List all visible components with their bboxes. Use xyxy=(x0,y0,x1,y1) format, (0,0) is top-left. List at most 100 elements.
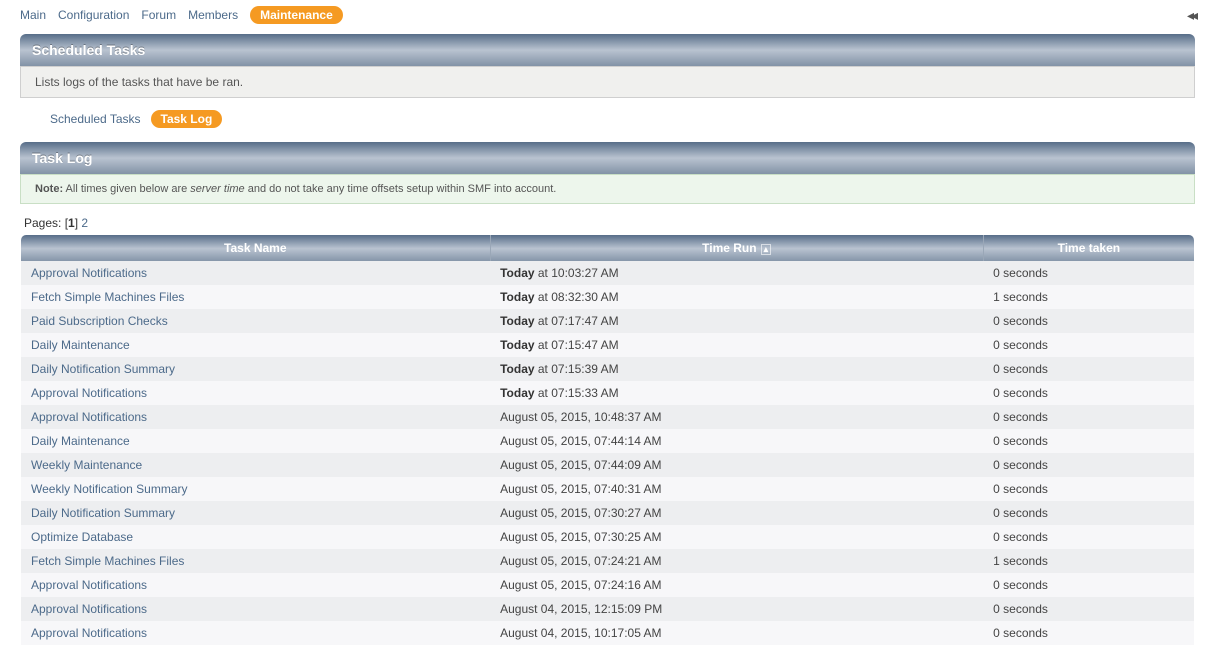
table-row: Daily Notification Summary August 05, 201… xyxy=(21,501,1195,525)
task-name-link[interactable]: Paid Subscription Checks xyxy=(31,314,168,328)
time-run-value: at 08:32:30 AM xyxy=(535,290,619,304)
time-run-value: August 05, 2015, 07:44:09 AM xyxy=(500,458,661,472)
time-run-value: at 07:15:47 AM xyxy=(535,338,619,352)
task-log-title-bar: Task Log xyxy=(20,142,1195,174)
scheduled-tasks-title-bar: Scheduled Tasks xyxy=(20,34,1195,66)
time-run-today: Today xyxy=(500,266,534,280)
time-taken-cell: 0 seconds xyxy=(983,357,1194,381)
task-log-table: Task Name Time Run▴ Time taken Approval … xyxy=(20,234,1195,646)
task-name-link[interactable]: Approval Notifications xyxy=(31,602,147,616)
time-run-value: August 04, 2015, 12:15:09 PM xyxy=(500,602,662,616)
time-taken-cell: 0 seconds xyxy=(983,309,1194,333)
time-run-value: August 05, 2015, 07:44:14 AM xyxy=(500,434,661,448)
table-row: Optimize Database August 05, 2015, 07:30:… xyxy=(21,525,1195,549)
task-name-link[interactable]: Daily Notification Summary xyxy=(31,506,175,520)
task-name-link[interactable]: Optimize Database xyxy=(31,530,133,544)
top-menu-item-main[interactable]: Main xyxy=(20,8,46,22)
table-row: Paid Subscription Checks Today at 07:17:4… xyxy=(21,309,1195,333)
col-header-time-run[interactable]: Time Run▴ xyxy=(490,235,983,262)
time-run-value: August 05, 2015, 07:30:27 AM xyxy=(500,506,661,520)
time-run-value: August 05, 2015, 07:24:21 AM xyxy=(500,554,661,568)
task-name-link[interactable]: Weekly Maintenance xyxy=(31,458,142,472)
pages-label: Pages: xyxy=(24,216,65,230)
task-name-link[interactable]: Daily Maintenance xyxy=(31,338,130,352)
time-run-today: Today xyxy=(500,290,534,304)
time-taken-cell: 0 seconds xyxy=(983,573,1194,597)
time-taken-cell: 0 seconds xyxy=(983,525,1194,549)
note-server-time: server time xyxy=(190,183,244,195)
table-row: Daily Notification Summary Today at 07:15… xyxy=(21,357,1195,381)
time-taken-cell: 1 seconds xyxy=(983,549,1194,573)
time-taken-cell: 0 seconds xyxy=(983,477,1194,501)
top-menu-item-members[interactable]: Members xyxy=(188,8,238,22)
table-row: Approval Notifications Today at 10:03:27 … xyxy=(21,261,1195,285)
sub-tab-scheduled-tasks[interactable]: Scheduled Tasks xyxy=(50,112,141,126)
time-run-cell: Today at 08:32:30 AM xyxy=(490,285,983,309)
time-run-cell: August 04, 2015, 10:17:05 AM xyxy=(490,621,983,646)
time-run-cell: August 05, 2015, 07:30:27 AM xyxy=(490,501,983,525)
top-menu-item-maintenance[interactable]: Maintenance xyxy=(250,6,343,24)
time-taken-cell: 0 seconds xyxy=(983,405,1194,429)
table-row: Approval Notifications August 05, 2015, 1… xyxy=(21,405,1195,429)
time-run-cell: Today at 07:15:39 AM xyxy=(490,357,983,381)
note-part2: and do not take any time offsets setup w… xyxy=(245,183,557,195)
time-run-cell: August 05, 2015, 07:44:09 AM xyxy=(490,453,983,477)
collapse-arrows-icon[interactable]: ◂◂ xyxy=(1187,7,1195,24)
col-header-time-taken[interactable]: Time taken xyxy=(983,235,1194,262)
time-run-cell: August 05, 2015, 07:40:31 AM xyxy=(490,477,983,501)
task-name-link[interactable]: Fetch Simple Machines Files xyxy=(31,554,184,568)
time-run-cell: August 04, 2015, 12:15:09 PM xyxy=(490,597,983,621)
table-row: Daily Maintenance August 05, 2015, 07:44:… xyxy=(21,429,1195,453)
task-name-link[interactable]: Approval Notifications xyxy=(31,578,147,592)
time-run-value: August 05, 2015, 07:40:31 AM xyxy=(500,482,661,496)
col-header-task-name[interactable]: Task Name xyxy=(21,235,491,262)
time-taken-cell: 0 seconds xyxy=(983,381,1194,405)
top-menu: Main Configuration Forum Members Maintenance… xyxy=(20,0,1195,34)
page-current: 1 xyxy=(68,216,75,230)
time-taken-cell: 0 seconds xyxy=(983,429,1194,453)
time-run-cell: Today at 07:17:47 AM xyxy=(490,309,983,333)
task-name-link[interactable]: Daily Notification Summary xyxy=(31,362,175,376)
task-name-link[interactable]: Approval Notifications xyxy=(31,266,147,280)
note-box: Note: All times given below are server t… xyxy=(20,174,1195,204)
time-run-value: August 05, 2015, 07:30:25 AM xyxy=(500,530,661,544)
time-run-today: Today xyxy=(500,386,534,400)
time-taken-cell: 0 seconds xyxy=(983,621,1194,646)
note-prefix: Note: xyxy=(35,183,63,195)
time-run-value: August 05, 2015, 10:48:37 AM xyxy=(500,410,661,424)
time-taken-cell: 0 seconds xyxy=(983,261,1194,285)
pagination: Pages: [1] 2 xyxy=(24,216,1195,230)
time-run-cell: August 05, 2015, 07:30:25 AM xyxy=(490,525,983,549)
time-run-value: at 07:15:33 AM xyxy=(535,386,619,400)
task-name-link[interactable]: Approval Notifications xyxy=(31,410,147,424)
table-row: Approval Notifications August 04, 2015, 1… xyxy=(21,621,1195,646)
task-name-link[interactable]: Fetch Simple Machines Files xyxy=(31,290,184,304)
time-run-today: Today xyxy=(500,314,534,328)
table-row: Fetch Simple Machines Files Today at 08:3… xyxy=(21,285,1195,309)
task-name-link[interactable]: Daily Maintenance xyxy=(31,434,130,448)
time-run-cell: August 05, 2015, 07:44:14 AM xyxy=(490,429,983,453)
top-menu-item-forum[interactable]: Forum xyxy=(141,8,176,22)
sort-asc-icon: ▴ xyxy=(761,244,772,255)
time-run-cell: August 05, 2015, 07:24:16 AM xyxy=(490,573,983,597)
sub-tab-task-log[interactable]: Task Log xyxy=(151,110,223,128)
time-run-value: at 07:15:39 AM xyxy=(535,362,619,376)
top-menu-item-configuration[interactable]: Configuration xyxy=(58,8,129,22)
table-row: Weekly Notification Summary August 05, 20… xyxy=(21,477,1195,501)
table-row: Weekly Maintenance August 05, 2015, 07:44… xyxy=(21,453,1195,477)
time-run-cell: August 05, 2015, 07:24:21 AM xyxy=(490,549,983,573)
time-run-cell: Today at 07:15:47 AM xyxy=(490,333,983,357)
task-name-link[interactable]: Approval Notifications xyxy=(31,386,147,400)
task-name-link[interactable]: Approval Notifications xyxy=(31,626,147,640)
time-taken-cell: 0 seconds xyxy=(983,333,1194,357)
time-taken-cell: 0 seconds xyxy=(983,453,1194,477)
time-run-value: August 04, 2015, 10:17:05 AM xyxy=(500,626,661,640)
time-run-cell: Today at 10:03:27 AM xyxy=(490,261,983,285)
table-row: Fetch Simple Machines Files August 05, 20… xyxy=(21,549,1195,573)
task-log-title: Task Log xyxy=(32,150,92,166)
scheduled-tasks-title: Scheduled Tasks xyxy=(32,42,145,58)
time-run-value: August 05, 2015, 07:24:16 AM xyxy=(500,578,661,592)
task-name-link[interactable]: Weekly Notification Summary xyxy=(31,482,188,496)
time-run-cell: Today at 07:15:33 AM xyxy=(490,381,983,405)
page-link-2[interactable]: 2 xyxy=(81,216,88,230)
